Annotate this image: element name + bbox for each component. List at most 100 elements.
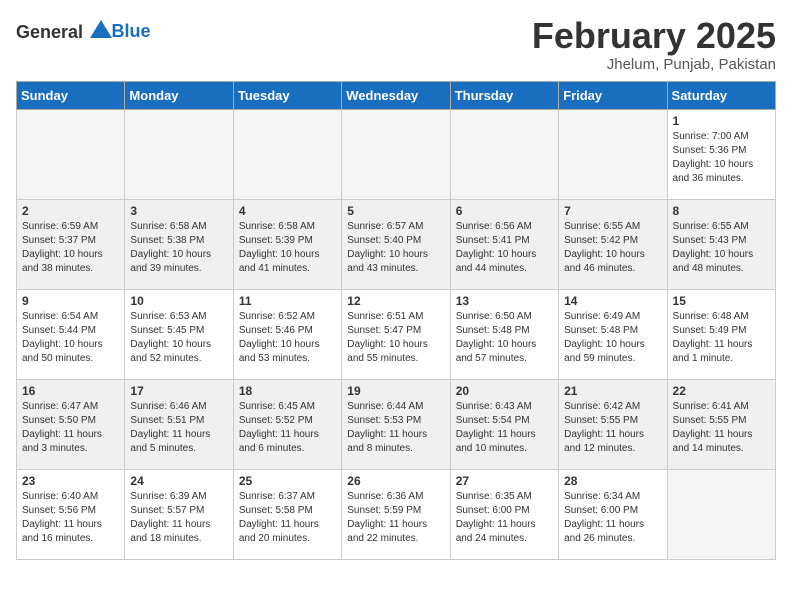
day-number: 9 bbox=[22, 294, 119, 308]
day-number: 10 bbox=[130, 294, 227, 308]
day-number: 19 bbox=[347, 384, 444, 398]
day-number: 15 bbox=[673, 294, 770, 308]
calendar-cell: 4 Sunrise: 6:58 AM Sunset: 5:39 PM Daylig… bbox=[233, 199, 341, 289]
day-number: 22 bbox=[673, 384, 770, 398]
day-info: Sunrise: 6:59 AM Sunset: 5:37 PM Dayligh… bbox=[22, 220, 119, 276]
calendar-cell: 20 Sunrise: 6:43 AM Sunset: 5:54 PM Dayli… bbox=[450, 379, 558, 469]
calendar-cell: 14 Sunrise: 6:49 AM Sunset: 5:48 PM Dayli… bbox=[559, 289, 667, 379]
day-info: Sunrise: 6:49 AM Sunset: 5:48 PM Dayligh… bbox=[564, 310, 661, 366]
day-info: Sunrise: 6:42 AM Sunset: 5:55 PM Dayligh… bbox=[564, 400, 661, 456]
day-info: Sunrise: 6:55 AM Sunset: 5:43 PM Dayligh… bbox=[673, 220, 770, 276]
logo-icon bbox=[90, 20, 112, 38]
calendar-cell: 23Sunrise: 6:40 AM Sunset: 5:56 PM Dayli… bbox=[17, 469, 125, 559]
day-info: Sunrise: 6:36 AM Sunset: 5:59 PM Dayligh… bbox=[347, 490, 444, 546]
calendar-cell bbox=[667, 469, 775, 559]
day-number: 7 bbox=[564, 204, 661, 218]
day-info: Sunrise: 6:52 AM Sunset: 5:46 PM Dayligh… bbox=[239, 310, 336, 366]
day-info: Sunrise: 6:45 AM Sunset: 5:52 PM Dayligh… bbox=[239, 400, 336, 456]
calendar-cell: 24 Sunrise: 6:39 AM Sunset: 5:57 PM Dayli… bbox=[125, 469, 233, 559]
day-number: 24 bbox=[130, 474, 227, 488]
day-info: Sunrise: 6:53 AM Sunset: 5:45 PM Dayligh… bbox=[130, 310, 227, 366]
calendar-cell: 1 Sunrise: 7:00 AM Sunset: 5:36 PM Daylig… bbox=[667, 109, 775, 199]
calendar-cell bbox=[125, 109, 233, 199]
day-info: Sunrise: 6:34 AM Sunset: 6:00 PM Dayligh… bbox=[564, 490, 661, 546]
weekday-header-row: SundayMondayTuesdayWednesdayThursdayFrid… bbox=[17, 81, 776, 109]
day-info: Sunrise: 6:40 AM Sunset: 5:56 PM Dayligh… bbox=[22, 490, 119, 546]
weekday-header-monday: Monday bbox=[125, 81, 233, 109]
day-number: 26 bbox=[347, 474, 444, 488]
calendar-cell: 2 Sunrise: 6:59 AM Sunset: 5:37 PM Daylig… bbox=[17, 199, 125, 289]
day-info: Sunrise: 6:47 AM Sunset: 5:50 PM Dayligh… bbox=[22, 400, 119, 456]
calendar-cell: 27Sunrise: 6:35 AM Sunset: 6:00 PM Dayli… bbox=[450, 469, 558, 559]
day-info: Sunrise: 6:46 AM Sunset: 5:51 PM Dayligh… bbox=[130, 400, 227, 456]
calendar-cell: 5 Sunrise: 6:57 AM Sunset: 5:40 PM Daylig… bbox=[342, 199, 450, 289]
day-number: 16 bbox=[22, 384, 119, 398]
calendar-cell: 8Sunrise: 6:55 AM Sunset: 5:43 PM Daylig… bbox=[667, 199, 775, 289]
day-info: Sunrise: 6:57 AM Sunset: 5:40 PM Dayligh… bbox=[347, 220, 444, 276]
weekday-header-saturday: Saturday bbox=[667, 81, 775, 109]
calendar-cell: 21 Sunrise: 6:42 AM Sunset: 5:55 PM Dayli… bbox=[559, 379, 667, 469]
day-number: 14 bbox=[564, 294, 661, 308]
calendar-cell: 9 Sunrise: 6:54 AM Sunset: 5:44 PM Daylig… bbox=[17, 289, 125, 379]
calendar-cell: 17 Sunrise: 6:46 AM Sunset: 5:51 PM Dayli… bbox=[125, 379, 233, 469]
weekday-header-tuesday: Tuesday bbox=[233, 81, 341, 109]
day-info: Sunrise: 6:35 AM Sunset: 6:00 PM Dayligh… bbox=[456, 490, 553, 546]
day-number: 6 bbox=[456, 204, 553, 218]
calendar-cell: 25 Sunrise: 6:37 AM Sunset: 5:58 PM Dayli… bbox=[233, 469, 341, 559]
day-number: 13 bbox=[456, 294, 553, 308]
calendar-cell bbox=[342, 109, 450, 199]
day-number: 4 bbox=[239, 204, 336, 218]
day-number: 25 bbox=[239, 474, 336, 488]
calendar-subtitle: Jhelum, Punjab, Pakistan bbox=[532, 56, 776, 73]
calendar-cell: 11 Sunrise: 6:52 AM Sunset: 5:46 PM Dayli… bbox=[233, 289, 341, 379]
day-number: 21 bbox=[564, 384, 661, 398]
week-row-5: 23Sunrise: 6:40 AM Sunset: 5:56 PM Dayli… bbox=[17, 469, 776, 559]
calendar-cell: 3Sunrise: 6:58 AM Sunset: 5:38 PM Daylig… bbox=[125, 199, 233, 289]
day-info: Sunrise: 6:50 AM Sunset: 5:48 PM Dayligh… bbox=[456, 310, 553, 366]
day-number: 17 bbox=[130, 384, 227, 398]
weekday-header-sunday: Sunday bbox=[17, 81, 125, 109]
calendar-cell: 10 Sunrise: 6:53 AM Sunset: 5:45 PM Dayli… bbox=[125, 289, 233, 379]
title-section: February 2025 Jhelum, Punjab, Pakistan bbox=[532, 16, 776, 73]
calendar-cell: 15 Sunrise: 6:48 AM Sunset: 5:49 PM Dayli… bbox=[667, 289, 775, 379]
day-info: Sunrise: 7:00 AM Sunset: 5:36 PM Dayligh… bbox=[673, 130, 770, 186]
logo-general: General bbox=[16, 20, 112, 43]
day-info: Sunrise: 6:58 AM Sunset: 5:39 PM Dayligh… bbox=[239, 220, 336, 276]
calendar-cell bbox=[450, 109, 558, 199]
header: General Blue February 2025 Jhelum, Punja… bbox=[16, 16, 776, 73]
calendar-cell: 22 Sunrise: 6:41 AM Sunset: 5:55 PM Dayli… bbox=[667, 379, 775, 469]
week-row-3: 9 Sunrise: 6:54 AM Sunset: 5:44 PM Daylig… bbox=[17, 289, 776, 379]
day-info: Sunrise: 6:54 AM Sunset: 5:44 PM Dayligh… bbox=[22, 310, 119, 366]
day-number: 2 bbox=[22, 204, 119, 218]
day-number: 5 bbox=[347, 204, 444, 218]
day-info: Sunrise: 6:55 AM Sunset: 5:42 PM Dayligh… bbox=[564, 220, 661, 276]
calendar-cell bbox=[17, 109, 125, 199]
day-info: Sunrise: 6:43 AM Sunset: 5:54 PM Dayligh… bbox=[456, 400, 553, 456]
day-number: 18 bbox=[239, 384, 336, 398]
calendar-cell: 13 Sunrise: 6:50 AM Sunset: 5:48 PM Dayli… bbox=[450, 289, 558, 379]
calendar-cell: 28 Sunrise: 6:34 AM Sunset: 6:00 PM Dayli… bbox=[559, 469, 667, 559]
day-number: 11 bbox=[239, 294, 336, 308]
day-number: 1 bbox=[673, 114, 770, 128]
day-info: Sunrise: 6:58 AM Sunset: 5:38 PM Dayligh… bbox=[130, 220, 227, 276]
calendar-cell: 16 Sunrise: 6:47 AM Sunset: 5:50 PM Dayli… bbox=[17, 379, 125, 469]
calendar-cell: 12 Sunrise: 6:51 AM Sunset: 5:47 PM Dayli… bbox=[342, 289, 450, 379]
day-number: 12 bbox=[347, 294, 444, 308]
day-info: Sunrise: 6:41 AM Sunset: 5:55 PM Dayligh… bbox=[673, 400, 770, 456]
calendar-cell bbox=[559, 109, 667, 199]
weekday-header-friday: Friday bbox=[559, 81, 667, 109]
day-number: 20 bbox=[456, 384, 553, 398]
week-row-1: 1 Sunrise: 7:00 AM Sunset: 5:36 PM Daylig… bbox=[17, 109, 776, 199]
calendar-cell: 26 Sunrise: 6:36 AM Sunset: 5:59 PM Dayli… bbox=[342, 469, 450, 559]
day-info: Sunrise: 6:37 AM Sunset: 5:58 PM Dayligh… bbox=[239, 490, 336, 546]
calendar-cell bbox=[233, 109, 341, 199]
day-info: Sunrise: 6:56 AM Sunset: 5:41 PM Dayligh… bbox=[456, 220, 553, 276]
logo: General Blue bbox=[16, 20, 151, 43]
day-info: Sunrise: 6:51 AM Sunset: 5:47 PM Dayligh… bbox=[347, 310, 444, 366]
calendar-cell: 18 Sunrise: 6:45 AM Sunset: 5:52 PM Dayli… bbox=[233, 379, 341, 469]
week-row-4: 16 Sunrise: 6:47 AM Sunset: 5:50 PM Dayli… bbox=[17, 379, 776, 469]
day-number: 28 bbox=[564, 474, 661, 488]
day-info: Sunrise: 6:48 AM Sunset: 5:49 PM Dayligh… bbox=[673, 310, 770, 366]
day-info: Sunrise: 6:39 AM Sunset: 5:57 PM Dayligh… bbox=[130, 490, 227, 546]
week-row-2: 2 Sunrise: 6:59 AM Sunset: 5:37 PM Daylig… bbox=[17, 199, 776, 289]
